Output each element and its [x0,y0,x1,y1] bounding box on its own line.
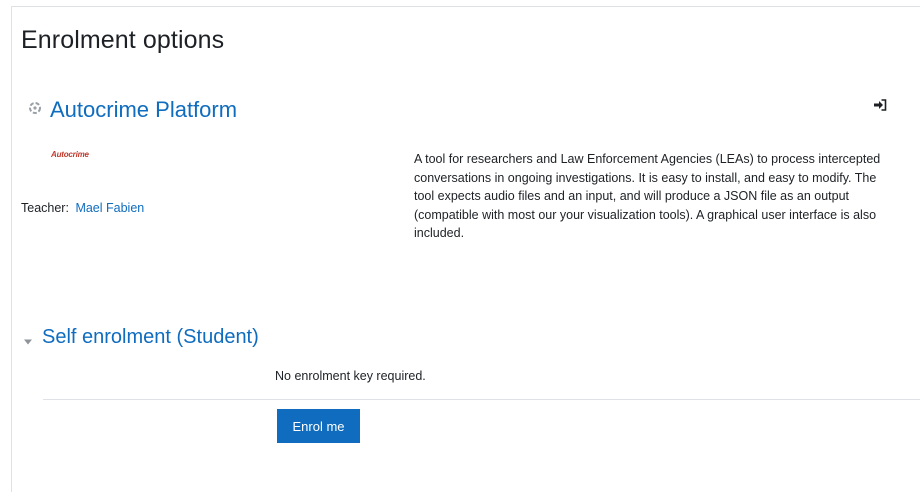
enrol-me-button[interactable]: Enrol me [277,409,360,443]
divider [43,399,920,400]
caret-down-icon[interactable] [23,334,33,345]
sign-in-icon[interactable] [873,98,887,112]
course-logo: Autocrime [51,150,89,159]
teacher-name-link[interactable]: Mael Fabien [75,201,144,215]
page-title: Enrolment options [21,26,225,54]
teacher-label: Teacher: [21,201,69,215]
enrolment-key-note: No enrolment key required. [275,369,426,383]
teacher-line: Teacher: Mael Fabien [21,201,144,215]
course-summary: A tool for researchers and Law Enforceme… [414,152,881,240]
self-enrolment-heading[interactable]: Self enrolment (Student) [42,326,259,349]
course-name-link[interactable]: Autocrime Platform [50,97,237,123]
course-icon [28,101,42,115]
enrolment-card [11,6,920,492]
